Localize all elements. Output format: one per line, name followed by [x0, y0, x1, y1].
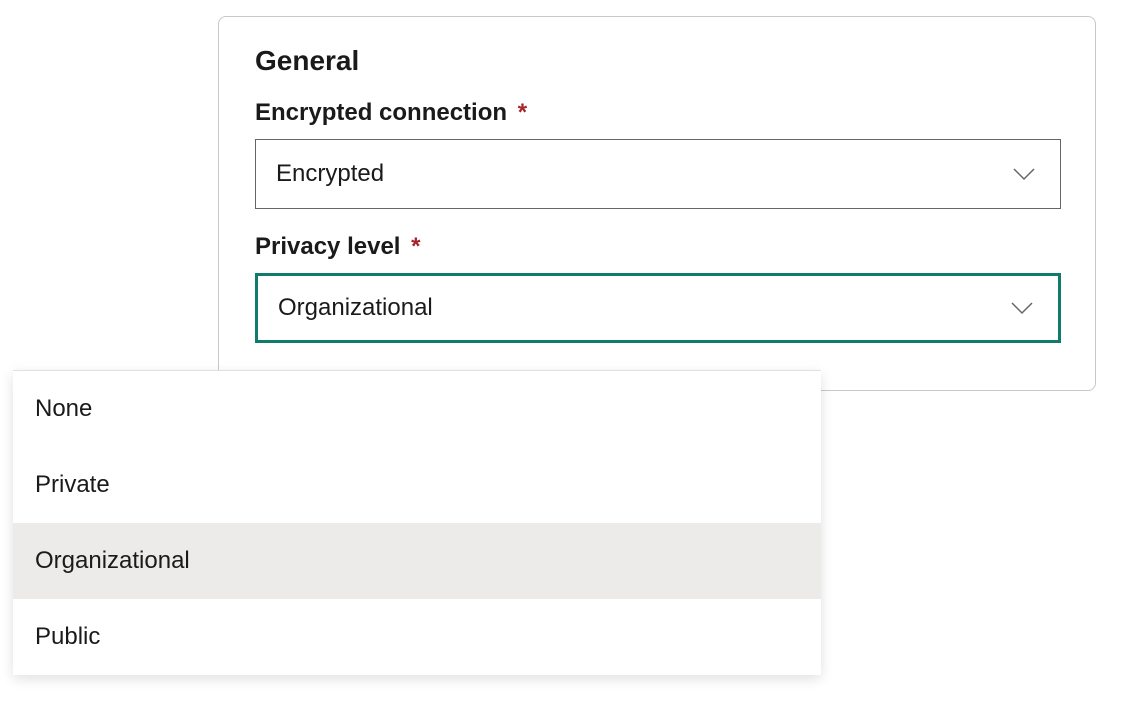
encrypted-connection-dropdown[interactable]: Encrypted: [255, 139, 1061, 209]
privacy-level-option-public[interactable]: Public: [13, 599, 821, 675]
required-marker: *: [411, 233, 420, 260]
chevron-down-icon: [1006, 292, 1038, 324]
privacy-level-options-list: None Private Organizational Public: [13, 370, 821, 675]
privacy-level-option-organizational[interactable]: Organizational: [13, 523, 821, 599]
privacy-level-dropdown[interactable]: Organizational: [255, 273, 1061, 343]
chevron-down-icon: [1008, 158, 1040, 190]
encrypted-connection-label: Encrypted connection *: [255, 99, 1059, 127]
general-settings-panel: General Encrypted connection * Encrypted…: [218, 16, 1096, 391]
encrypted-connection-value: Encrypted: [276, 160, 384, 188]
privacy-level-value: Organizational: [278, 294, 433, 322]
privacy-level-option-none[interactable]: None: [13, 371, 821, 447]
section-title: General: [255, 45, 1059, 77]
required-marker: *: [518, 99, 527, 126]
privacy-level-option-private[interactable]: Private: [13, 447, 821, 523]
privacy-level-label: Privacy level *: [255, 233, 1059, 261]
